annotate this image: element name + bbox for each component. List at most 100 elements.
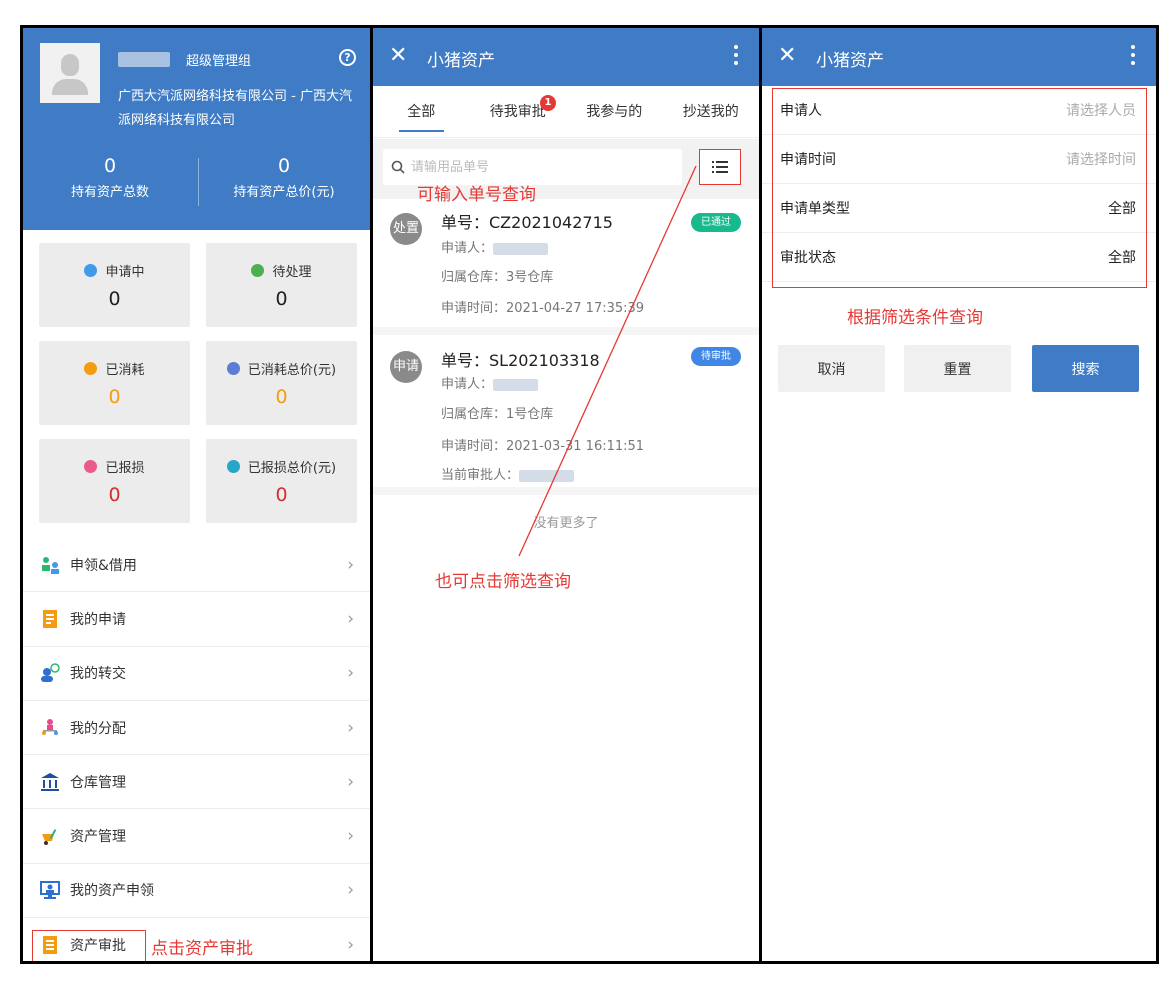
search-button[interactable]: 搜索 bbox=[1032, 345, 1139, 392]
menu-label: 申领&借用 bbox=[70, 557, 137, 574]
card-value: 0 bbox=[275, 484, 288, 506]
record-approver: 当前审批人： bbox=[441, 464, 575, 483]
app-title: 小猪资产 bbox=[427, 51, 495, 71]
more-icon[interactable] bbox=[734, 45, 739, 69]
pending-icon bbox=[251, 264, 265, 277]
stat-value: 0 bbox=[277, 155, 291, 177]
tab-label: 待我审批 bbox=[489, 104, 546, 120]
card-damaged-value[interactable]: 已报损总价(元) 0 bbox=[206, 439, 357, 523]
no-more-text: 没有更多了 bbox=[533, 516, 599, 531]
menu-warehouse[interactable]: 仓库管理 › bbox=[23, 755, 371, 810]
card-value: 0 bbox=[275, 288, 288, 310]
menu-label: 仓库管理 bbox=[70, 774, 126, 791]
tab-cc-to-me[interactable]: 抄送我的 bbox=[663, 86, 760, 137]
chevron-right-icon: › bbox=[347, 880, 354, 901]
status-badge: 已通过 bbox=[691, 213, 741, 232]
warehouse-icon bbox=[40, 772, 60, 792]
stat-total-count: 0 持有资产总数 bbox=[23, 153, 197, 200]
help-icon[interactable]: ? bbox=[339, 49, 356, 66]
filter-list-icon bbox=[712, 161, 728, 173]
blurred-name bbox=[493, 378, 539, 391]
profile-header: 超级管理组 ? 广西大汽派网络科技有限公司 - 广西大汽派网络科技有限公司 0 … bbox=[23, 28, 371, 230]
status-badge: 待审批 bbox=[691, 347, 741, 366]
notification-badge: 1 bbox=[540, 95, 556, 111]
approval-record[interactable]: 处置 单号：CZ2021042715 申请人： 归属仓库：3号仓库 申请时间：2… bbox=[373, 199, 759, 335]
stat-total-value: 0 持有资产总价(元) bbox=[197, 153, 371, 200]
damaged-icon bbox=[84, 460, 98, 473]
my-allocation-icon bbox=[40, 718, 60, 738]
record-applicant: 申请人： bbox=[441, 373, 539, 392]
approval-record[interactable]: 申请 单号：SL202103318 申请人： 归属仓库：1号仓库 申请时间：20… bbox=[373, 335, 759, 495]
reset-button[interactable]: 重置 bbox=[904, 345, 1011, 392]
menu-my-asset-claim[interactable]: 我的资产申领 › bbox=[23, 864, 371, 919]
filter-button[interactable] bbox=[699, 149, 741, 185]
menu-label: 我的分配 bbox=[70, 720, 126, 737]
card-applying[interactable]: 申请中 0 bbox=[39, 243, 190, 327]
record-time: 申请时间：2021-03-31 16:11:51 bbox=[441, 439, 645, 454]
card-label: 待处理 bbox=[272, 265, 312, 280]
chevron-right-icon: › bbox=[347, 554, 354, 575]
search-input[interactable] bbox=[411, 159, 661, 175]
company-name: 广西大汽派网络科技有限公司 - 广西大汽派网络科技有限公司 bbox=[118, 89, 352, 128]
tab-pending-my-approval[interactable]: 待我审批 1 bbox=[470, 86, 567, 137]
card-label: 已消耗总价(元) bbox=[247, 363, 337, 378]
card-pending[interactable]: 待处理 0 bbox=[206, 243, 357, 327]
chevron-right-icon: › bbox=[347, 608, 354, 629]
menu-label: 我的资产申领 bbox=[70, 883, 154, 900]
tab-participated[interactable]: 我参与的 bbox=[566, 86, 663, 137]
close-icon[interactable]: ✕ bbox=[778, 44, 796, 68]
asset-management-icon bbox=[40, 826, 60, 846]
tab-all[interactable]: 全部 bbox=[373, 86, 470, 137]
menu-my-allocation[interactable]: 我的分配 › bbox=[23, 701, 371, 756]
cancel-button[interactable]: 取消 bbox=[778, 345, 885, 392]
user-role: 超级管理组 bbox=[186, 54, 252, 69]
avatar[interactable] bbox=[40, 43, 100, 103]
card-damaged[interactable]: 已报损 0 bbox=[39, 439, 190, 523]
blurred-name bbox=[493, 242, 549, 255]
approval-tabs: 全部 待我审批 1 我参与的 抄送我的 bbox=[373, 86, 759, 138]
chevron-right-icon: › bbox=[347, 663, 354, 684]
chevron-right-icon: › bbox=[347, 826, 354, 847]
record-number: 单号：SL202103318 bbox=[441, 351, 600, 370]
chevron-right-icon: › bbox=[347, 771, 354, 792]
record-warehouse: 归属仓库：1号仓库 bbox=[441, 407, 554, 422]
consumed-value-icon bbox=[226, 362, 240, 375]
menu-apply-borrow[interactable]: 申领&借用 › bbox=[23, 538, 371, 593]
app-title: 小猪资产 bbox=[816, 51, 884, 71]
annotation-filter-conditions: 根据筛选条件查询 bbox=[847, 308, 983, 328]
chevron-right-icon: › bbox=[347, 934, 354, 955]
record-time: 申请时间：2021-04-27 17:35:39 bbox=[441, 301, 645, 316]
damaged-value-icon bbox=[226, 460, 240, 473]
menu-my-transfer[interactable]: 我的转交 › bbox=[23, 647, 371, 701]
menu-label: 我的转交 bbox=[70, 666, 126, 683]
annotation-click-approval: 点击资产审批 bbox=[151, 939, 253, 959]
close-icon[interactable]: ✕ bbox=[389, 44, 407, 68]
record-type-icon: 处置 bbox=[390, 213, 422, 245]
my-transfer-icon bbox=[40, 663, 60, 683]
filter-highlight-box bbox=[772, 88, 1147, 288]
card-value: 0 bbox=[108, 386, 121, 408]
apply-borrow-icon bbox=[40, 555, 60, 575]
record-number: 单号：CZ2021042715 bbox=[441, 213, 613, 232]
card-label: 已报损总价(元) bbox=[247, 461, 337, 476]
card-consumed[interactable]: 已消耗 0 bbox=[39, 341, 190, 425]
menu-asset-management[interactable]: 资产管理 › bbox=[23, 809, 371, 864]
blurred-username bbox=[118, 52, 170, 67]
asset-home-panel: 超级管理组 ? 广西大汽派网络科技有限公司 - 广西大汽派网络科技有限公司 0 … bbox=[20, 25, 374, 964]
annotation-click-filter: 也可点击筛选查询 bbox=[435, 572, 571, 592]
stat-label: 持有资产总价(元) bbox=[233, 185, 335, 200]
more-icon[interactable] bbox=[1131, 45, 1136, 69]
user-info: 超级管理组 bbox=[118, 50, 251, 69]
function-menu: 申领&借用 › 我的申请 › 我的转交 › 我的分配 › 仓库管理 › 资产管理… bbox=[23, 538, 371, 961]
menu-label: 我的申请 bbox=[70, 611, 126, 628]
approval-list-panel: ✕ 小猪资产 全部 待我审批 1 我参与的 抄送我的 可输入单号查询 处置 单号… bbox=[370, 25, 762, 964]
my-application-icon bbox=[40, 609, 60, 629]
app-bar: ✕ 小猪资产 bbox=[373, 28, 759, 86]
menu-my-application[interactable]: 我的申请 › bbox=[23, 592, 371, 647]
applying-icon bbox=[84, 264, 98, 277]
blurred-name bbox=[519, 469, 575, 482]
card-value: 0 bbox=[108, 484, 121, 506]
card-value: 0 bbox=[275, 386, 288, 408]
app-bar: ✕ 小猪资产 bbox=[762, 28, 1156, 86]
card-consumed-value[interactable]: 已消耗总价(元) 0 bbox=[206, 341, 357, 425]
